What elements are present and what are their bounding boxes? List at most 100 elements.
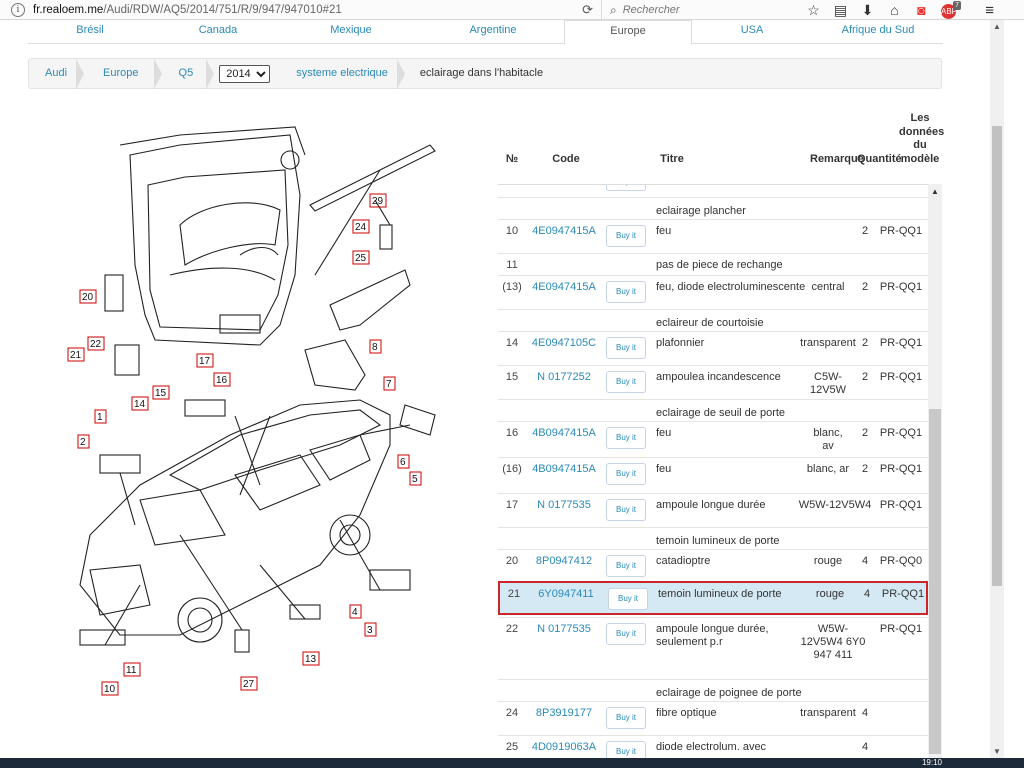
part-code-link[interactable]: 4B0947415A (528, 463, 600, 475)
entry-light-part (369, 569, 411, 591)
parts-table-body[interactable]: Buy it eclairage plancher 10 4E0947415A … (498, 184, 940, 758)
tab-afrique-du-sud[interactable]: Afrique du Sud (818, 20, 938, 44)
part-code-link[interactable]: N 0177535 (528, 623, 600, 635)
header-qty: Quantité (857, 153, 902, 165)
browser-window: i fr.realoem.me/Audi/RDW/AQ5/2014/751/R/… (0, 0, 1024, 768)
part-code-link[interactable]: 4B0947415A (528, 427, 600, 439)
part-code-link[interactable]: 8P3919177 (528, 707, 600, 719)
header-num: № (505, 153, 519, 165)
parts-table-header: № Code Titre Remarque Quantité Les donné… (498, 112, 945, 184)
buy-button[interactable]: Buy it (606, 225, 646, 247)
tab-usa[interactable]: USA (696, 20, 808, 44)
crumb-group[interactable]: systeme electrique (284, 59, 405, 89)
tab-argentine[interactable]: Argentine (428, 20, 558, 44)
bookmark-star-icon[interactable]: ☆ (800, 2, 827, 19)
buy-button[interactable]: Buy it (606, 707, 646, 729)
diagram-label-4: 4 (352, 607, 358, 618)
home-icon[interactable]: ⌂ (881, 2, 908, 18)
tab-mexique[interactable]: Mexique (286, 20, 416, 44)
car-roof (168, 409, 382, 491)
diagram-label-17: 17 (199, 356, 211, 367)
buy-button[interactable]: Buy it (606, 337, 646, 359)
table-scroll-thumb[interactable] (929, 409, 941, 754)
diagram-label-15: 15 (155, 388, 167, 399)
buy-button[interactable]: Buy it (606, 741, 646, 758)
car-body-outline (79, 399, 391, 636)
url-bar[interactable]: i fr.realoem.me/Audi/RDW/AQ5/2014/751/R/… (2, 0, 602, 20)
crumb-current: eclairage dans l'habitacle (419, 67, 544, 79)
header-title: Titre (660, 153, 684, 165)
buy-button[interactable]: Buy it (606, 281, 646, 303)
car-rear-window (309, 434, 371, 481)
tab-europe[interactable]: Europe (564, 20, 692, 45)
breadcrumb: Audi Europe Q5 2014 systeme electrique e… (28, 58, 942, 89)
buy-button[interactable]: Buy it (608, 588, 648, 610)
floor-light-part (99, 454, 141, 474)
year-select[interactable]: 2014 (219, 64, 271, 83)
site-info-icon[interactable]: i (11, 3, 25, 17)
door-light-housing (399, 404, 436, 436)
part-code-link[interactable]: 4D0919063A (528, 741, 600, 753)
door-window-frame (119, 126, 306, 156)
crumb-region[interactable]: Europe (83, 59, 163, 89)
part-code-link[interactable]: 4E0947415A (528, 225, 600, 237)
pocket-icon[interactable]: ◙ (908, 2, 935, 18)
diagram-label-11: 11 (126, 665, 137, 676)
group-header: eclaireur de courtoisie (498, 309, 928, 331)
diagram-label-10: 10 (104, 684, 116, 695)
car-front-wheel (177, 597, 223, 643)
car-windshield (139, 489, 226, 546)
part-code-link[interactable]: N 0177535 (528, 499, 600, 511)
header-model: Les données du modèle (899, 112, 945, 165)
buy-button[interactable]: Buy it (606, 623, 646, 645)
table-row: 15 N 0177252 Buy it ampoulea incandescen… (498, 365, 928, 399)
country-tabs: Brésil Canada Mexique Argentine Europe U… (28, 20, 943, 45)
table-scrollbar[interactable]: ▲ (928, 184, 942, 758)
part-code-link[interactable]: 4E0947415A (528, 281, 600, 293)
diagram-label-29: 29 (372, 196, 384, 207)
diagram-label-16: 16 (216, 375, 228, 386)
part-code-link[interactable]: 8P0947412 (528, 555, 600, 567)
buy-button[interactable]: Buy it (606, 427, 646, 449)
group-header: eclairage de poignee de porte (498, 679, 928, 701)
buy-button[interactable]: Buy it (606, 463, 646, 485)
car-grille (89, 564, 151, 616)
door-handle-assembly (329, 269, 411, 331)
reading-list-icon[interactable]: ▤ (827, 2, 854, 19)
hamburger-menu-icon[interactable]: ≡ (985, 2, 994, 19)
part-code-link[interactable]: 4E0947105C (528, 337, 600, 349)
url-text[interactable]: fr.realoem.me/Audi/RDW/AQ5/2014/751/R/9/… (33, 4, 342, 16)
scroll-up-icon[interactable]: ▲ (931, 187, 939, 196)
page-scrollbar[interactable]: ▲ ▼ (990, 20, 1004, 758)
reflector-part (104, 274, 124, 312)
diagram-label-22: 22 (90, 339, 102, 350)
search-input[interactable] (622, 4, 783, 16)
buy-button[interactable]: Buy it (606, 499, 646, 521)
buy-button[interactable]: Buy it (606, 371, 646, 393)
tab-bresil[interactable]: Brésil (28, 20, 152, 44)
buy-button[interactable]: Buy it (606, 555, 646, 577)
group-header: temoin lumineux de porte (498, 527, 928, 549)
download-icon[interactable]: ⬇ (854, 2, 881, 19)
diagram-label-8: 8 (372, 342, 378, 353)
part-code-link[interactable]: 6Y0947411 (530, 588, 602, 600)
crumb-model[interactable]: Q5 (161, 59, 214, 89)
tab-canada[interactable]: Canada (156, 20, 280, 44)
buy-button[interactable]: Buy it (606, 185, 646, 191)
door-pocket (169, 267, 276, 281)
diagram-label-2: 2 (80, 437, 86, 448)
car-side-window (234, 454, 321, 511)
table-row: 25 4D0919063A Buy it diode electrolum. a… (498, 735, 928, 758)
diagram-label-13: 13 (305, 654, 317, 665)
part-code-link[interactable]: N 0177252 (528, 371, 600, 383)
scroll-up-icon[interactable]: ▲ (993, 22, 1001, 31)
adblock-icon[interactable]: ABP 7 (935, 1, 962, 19)
table-row: 16 4B0947415A Buy it feu blanc, av 2 PR-… (498, 421, 928, 457)
scroll-down-icon[interactable]: ▼ (993, 747, 1001, 756)
reload-icon[interactable]: ⟳ (582, 2, 593, 18)
table-row: 22 N 0177535 Buy it ampoule longue durée… (498, 617, 928, 679)
search-bar[interactable]: ⌕ (606, 0, 796, 20)
crumb-brand[interactable]: Audi (29, 59, 85, 89)
page-scroll-thumb[interactable] (992, 126, 1002, 586)
header-code: Code (552, 153, 580, 165)
